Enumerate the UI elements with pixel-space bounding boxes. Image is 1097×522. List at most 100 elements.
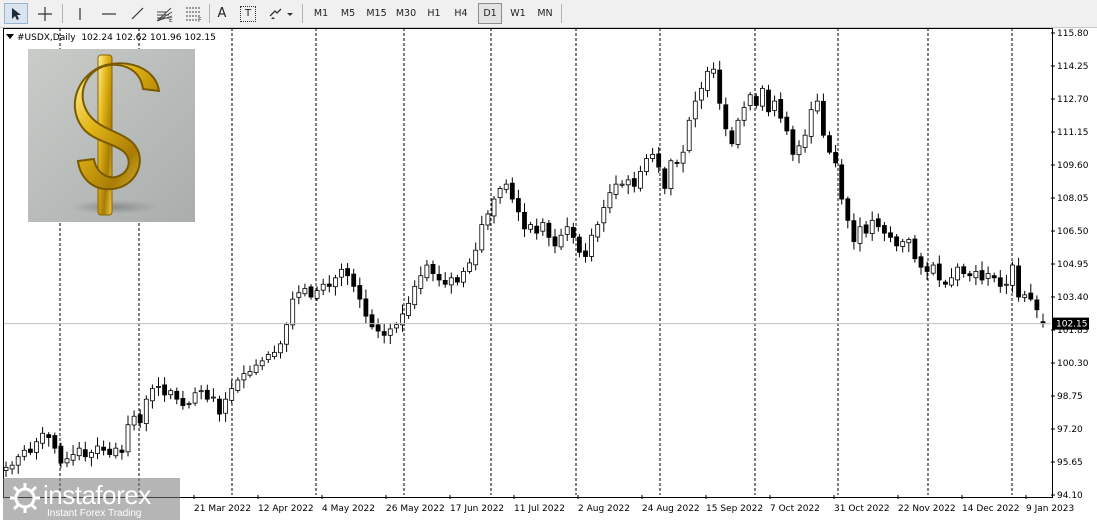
candle-body — [613, 183, 619, 195]
y-axis-tick-label: 97.20 — [1057, 425, 1083, 435]
candle-body — [217, 398, 222, 415]
candle-body — [381, 331, 387, 336]
candle-body — [461, 271, 466, 283]
candle-body — [930, 264, 936, 274]
y-axis-tick-label: 112.70 — [1057, 95, 1089, 105]
timeframe-m15[interactable]: M15 — [362, 3, 391, 24]
y-axis-tick-label: 100.30 — [1057, 359, 1089, 369]
crosshair-icon — [38, 6, 52, 21]
candle-body — [802, 134, 808, 148]
horizontal-line-tool[interactable] — [96, 3, 122, 24]
timeframe-m5[interactable]: M5 — [335, 3, 361, 24]
candle-body — [516, 198, 521, 213]
candle-body — [705, 70, 710, 91]
candle-body — [479, 224, 485, 251]
candle-body — [821, 100, 826, 136]
candle-body — [644, 158, 649, 172]
fibonacci-retracement-tool[interactable]: F — [181, 3, 207, 24]
x-axis-tick-label: 12 Apr 2022 — [258, 504, 314, 514]
shapes-arrows-icon — [269, 8, 293, 19]
candle-body — [265, 354, 271, 361]
candle-body — [89, 452, 94, 458]
candle-body — [979, 270, 985, 281]
candle-body — [766, 89, 771, 113]
candle-body — [308, 286, 314, 298]
fibonacci-retracement-icon: F — [186, 7, 202, 23]
horizontal-line-icon — [102, 12, 116, 15]
timeframe-h4[interactable]: H4 — [448, 3, 474, 24]
candle-body — [3, 466, 9, 471]
vertical-line-tool[interactable] — [68, 3, 92, 24]
candle-body — [204, 389, 210, 400]
candle-body — [869, 219, 875, 235]
candle-body — [64, 458, 70, 464]
shapes-dropdown-tool[interactable] — [265, 3, 297, 24]
candle-body — [393, 324, 399, 329]
candle-body — [875, 218, 881, 228]
candle-body — [34, 441, 39, 453]
collapse-triangle-icon[interactable] — [6, 34, 14, 39]
candle-body — [296, 292, 302, 298]
timeframe-m30[interactable]: M30 — [392, 3, 420, 24]
candle-body — [503, 183, 509, 190]
candle-body — [143, 398, 149, 425]
candle-body — [357, 285, 363, 300]
candle-body — [223, 398, 229, 414]
fibonacci-fan-tool[interactable]: E — [152, 3, 178, 24]
text-label-tool[interactable]: T — [237, 3, 259, 24]
candle-body — [137, 414, 143, 424]
candle-body — [631, 178, 637, 187]
y-axis-tick-label: 109.60 — [1057, 161, 1089, 171]
candle-body — [577, 236, 582, 253]
candle-body — [174, 390, 180, 400]
crosshair-tool[interactable] — [33, 3, 57, 24]
vertical-line-icon — [79, 7, 81, 20]
timeframe-d1[interactable]: D1 — [478, 3, 502, 24]
svg-text:F: F — [198, 17, 202, 23]
text-label-icon: T — [240, 5, 256, 22]
x-axis-tick-label: 11 Jul 2022 — [514, 504, 565, 514]
candle-body — [418, 275, 424, 289]
candle-body — [491, 198, 497, 217]
candle-body — [119, 449, 125, 453]
x-axis-tick-label: 7 Oct 2022 — [770, 504, 820, 514]
candle-body — [369, 314, 375, 328]
candle-body — [955, 266, 960, 281]
candle-body — [235, 379, 241, 391]
candle-body — [711, 68, 716, 74]
cursor-tool[interactable] — [4, 3, 28, 24]
cursor-icon — [12, 7, 21, 20]
candle-body — [113, 447, 119, 457]
candle-body — [467, 262, 473, 272]
trendline-tool[interactable] — [125, 3, 149, 24]
candle-body — [747, 94, 753, 107]
candle-body — [558, 234, 564, 248]
candle-body — [961, 266, 967, 274]
candle-body — [851, 220, 857, 243]
candle-body — [271, 351, 277, 358]
candle-body — [583, 250, 588, 257]
candle-body — [210, 396, 216, 399]
candle-body — [967, 273, 973, 277]
candle-body — [229, 388, 235, 401]
candle-body — [949, 277, 954, 286]
candle-body — [906, 239, 912, 244]
x-axis-tick-label: 9 Jan 2023 — [1026, 504, 1074, 514]
timeframe-h1[interactable]: H1 — [421, 3, 447, 24]
candle-body — [387, 328, 393, 336]
candle-body — [509, 182, 515, 200]
timeframe-m1[interactable]: M1 — [308, 3, 334, 24]
candle-body — [131, 415, 137, 426]
candle-body — [52, 435, 58, 449]
candle-body — [125, 424, 131, 453]
candle-body — [888, 232, 893, 238]
candle-body — [406, 302, 412, 316]
timeframe-w1[interactable]: W1 — [505, 3, 531, 24]
timeframe-mn[interactable]: MN — [532, 3, 558, 24]
candle-body — [485, 213, 491, 226]
text-tool[interactable]: A — [212, 3, 232, 24]
x-axis-tick-label: 15 Sep 2022 — [706, 504, 763, 514]
candle-body — [857, 226, 863, 244]
candle-body — [778, 99, 784, 119]
candle-body — [625, 179, 631, 186]
